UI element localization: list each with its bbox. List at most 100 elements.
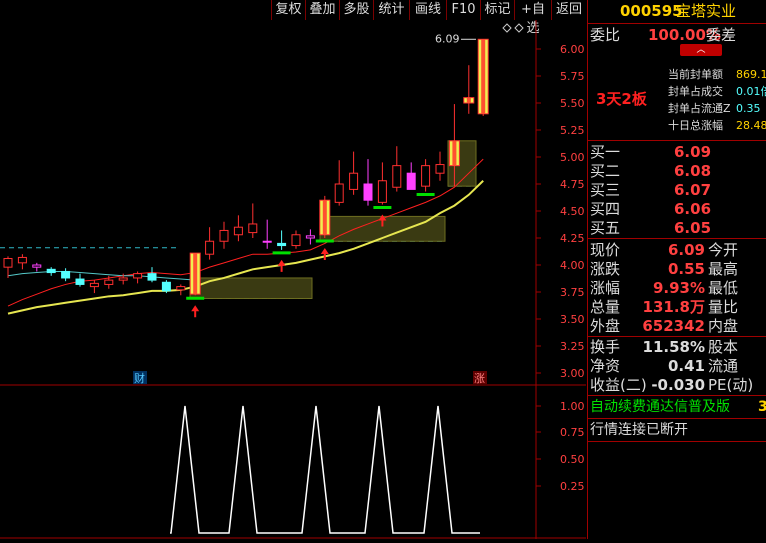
- stats-row-4: 外盘 652342 内盘: [588, 316, 766, 336]
- toolbar-btn-2[interactable]: 多股: [339, 0, 373, 20]
- seal-value-0: 869.1: [736, 68, 766, 81]
- stat-label: 现价: [590, 241, 621, 259]
- price-label: 4.00: [560, 259, 585, 272]
- candle-body: [363, 183, 373, 201]
- stat-label: 净资: [590, 357, 621, 375]
- candle-body: [61, 270, 71, 279]
- stat-right-label: 今开: [708, 241, 739, 259]
- stat-label: 涨跌: [590, 260, 621, 278]
- price-label: 6.00: [560, 43, 585, 56]
- candle-body: [205, 240, 215, 255]
- up-arrow-icon: [191, 305, 200, 312]
- stat-label: 外盘: [590, 317, 621, 335]
- weibi-row: 委比 100.00% 委差: [588, 25, 766, 45]
- up-arrow-icon: [277, 259, 286, 266]
- candle-body: [17, 256, 27, 264]
- high-price-label: 6.09: [435, 32, 460, 45]
- price-label: 4.75: [560, 178, 585, 191]
- stat-right-label: 内盘: [708, 317, 739, 335]
- up-arrow-icon: [320, 248, 329, 254]
- stat-right-label: 最高: [708, 260, 739, 278]
- weibi-label: 委比: [590, 26, 621, 44]
- candle-body: [334, 183, 344, 203]
- price-label: 3.75: [560, 286, 585, 299]
- news-tail: 30: [758, 396, 766, 418]
- bid-row-4[interactable]: 买五 6.05: [588, 218, 766, 238]
- stat-right-label: 量比: [708, 298, 739, 316]
- candle-body: [3, 258, 13, 268]
- toolbar-btn-3[interactable]: 统计: [373, 0, 409, 20]
- stat-label: 换手: [590, 338, 621, 356]
- price-label: 5.25: [560, 124, 585, 137]
- stat-right-label: 最低: [708, 279, 739, 297]
- ind-label: 0.25: [560, 480, 585, 493]
- stock-title: 000595 宝塔实业: [588, 0, 766, 23]
- limit-streak: 3天2板: [596, 90, 647, 108]
- toolbar-btn-6[interactable]: 标记: [480, 0, 514, 20]
- bid-row-0[interactable]: 买一 6.09: [588, 142, 766, 162]
- stats2-row-0: 换手 11.58% 股本: [588, 337, 766, 357]
- stat-value: 9.93%: [652, 279, 705, 297]
- collapse-toggle[interactable]: ︿: [680, 44, 722, 56]
- candle-body: [161, 281, 171, 292]
- news-row[interactable]: 自动续费通达信普及版 30: [588, 396, 766, 418]
- stats2-row-2: 收益(二) -0.030 PE(动): [588, 375, 766, 395]
- price-label: 3.50: [560, 313, 585, 326]
- candle-body: [421, 165, 431, 187]
- price-label: 5.75: [560, 70, 585, 83]
- candle-body: [89, 282, 99, 288]
- quote-panel: 000595 宝塔实业 委比 100.00% 委差 ︿ 3天2板 当前封单额 86…: [587, 0, 766, 539]
- stat-right-label: PE(动): [708, 376, 754, 394]
- stat-value: 6.09: [667, 241, 705, 259]
- limit-candle-core: [193, 253, 198, 295]
- bid-row-1[interactable]: 买二 6.08: [588, 161, 766, 181]
- candle-body: [104, 279, 114, 285]
- stock-code: 000595: [620, 2, 683, 20]
- candle-body: [305, 235, 315, 239]
- seal-label-3: 十日总涨幅: [668, 119, 723, 132]
- toolbar-btn-5[interactable]: F10: [446, 0, 480, 20]
- stats2-row-1: 净资 0.41 流通: [588, 356, 766, 376]
- chevron-up-icon: ︿: [696, 45, 706, 55]
- diamond-icon: [502, 23, 512, 33]
- stat-value: 0.55: [667, 260, 705, 278]
- toolbar-btn-7[interactable]: +自选: [514, 0, 551, 36]
- stat-value: 0.41: [667, 357, 705, 375]
- price-label: 4.25: [560, 232, 585, 245]
- bid-row-2[interactable]: 买三 6.07: [588, 180, 766, 200]
- candle-body: [349, 172, 359, 190]
- stat-value: 11.58%: [642, 338, 705, 356]
- stat-right-label: 流通: [708, 357, 739, 375]
- signal-indicator-line: [170, 405, 480, 534]
- toolbar-btn-0[interactable]: 复权: [271, 0, 305, 20]
- stock-name: 宝塔实业: [676, 2, 737, 20]
- bid-price: 6.05: [674, 219, 712, 237]
- candle-body: [176, 286, 186, 291]
- seal-value-3: 28.48: [736, 119, 766, 132]
- toolbar-btn-4[interactable]: 画线: [409, 0, 446, 20]
- seal-value-1: 0.01倍: [736, 85, 766, 98]
- toolbar-btn-1[interactable]: 叠加: [305, 0, 339, 20]
- chart-toolbar: 复权 叠加 多股 统计 画线 F10 标记 +自选 返回: [0, 0, 586, 36]
- kline-chart-area[interactable]: 6.00 5.75 5.50 5.25 5.00 4.75 4.50 4.25 4.00 3.75…: [0, 20, 586, 539]
- bid-price: 6.08: [674, 162, 712, 180]
- bid-label: 买一: [590, 143, 621, 161]
- kline-chart[interactable]: 6.00 5.75 5.50 5.25 5.00 4.75 4.50 4.25 4.00 3.75…: [0, 20, 586, 539]
- candle-body: [46, 268, 56, 274]
- candle-body: [291, 234, 301, 247]
- bid-row-3[interactable]: 买四 6.06: [588, 199, 766, 219]
- limit-marker: 涨: [474, 372, 485, 385]
- bid-label: 买二: [590, 162, 621, 180]
- bid-price: 6.06: [674, 200, 712, 218]
- bid-price: 6.07: [674, 181, 712, 199]
- candle-body: [133, 273, 143, 279]
- toolbar-btn-8[interactable]: 返回: [551, 0, 586, 20]
- diamond-icon: [514, 23, 524, 33]
- price-label: 4.50: [560, 205, 585, 218]
- limit-candle-core: [481, 39, 486, 114]
- candle-body: [248, 223, 258, 234]
- weicha-label: 委差: [706, 26, 737, 44]
- stat-value: 652342: [642, 317, 705, 335]
- stat-value: -0.030: [651, 376, 705, 394]
- stat-label: 总量: [590, 298, 621, 316]
